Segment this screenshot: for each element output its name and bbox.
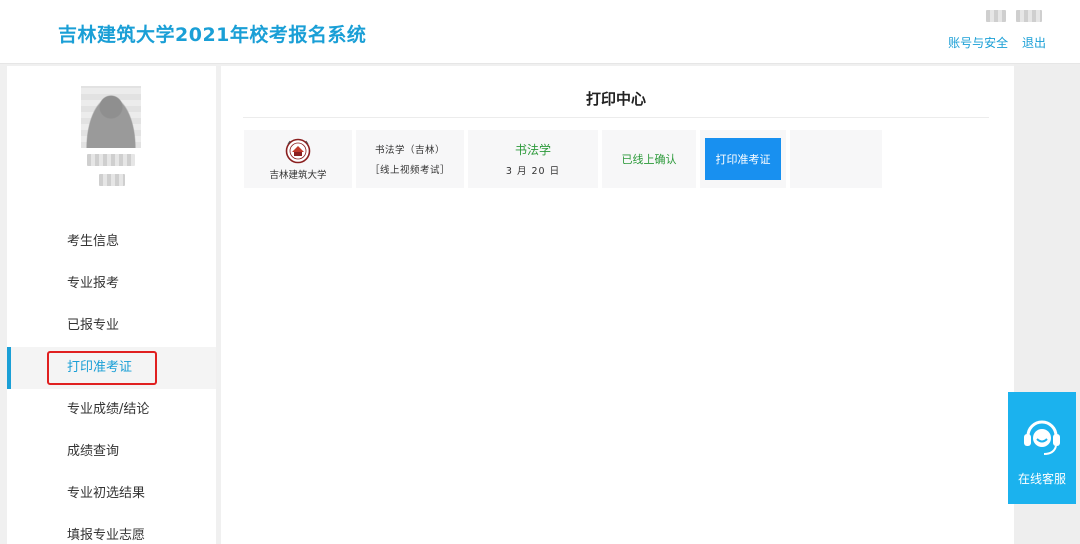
university-emblem-icon xyxy=(285,138,311,163)
sidebar-item-applied-majors[interactable]: 已报专业 xyxy=(7,305,216,347)
online-service-button[interactable]: 在线客服 xyxy=(1008,392,1076,504)
user-box: 账号与安全 退出 xyxy=(938,10,1046,51)
exam-date: 3 月 20 日 xyxy=(505,166,561,177)
header: 吉林建筑大学2021年校考报名系统 账号与安全 退出 xyxy=(0,0,1080,64)
subject-cell: 书法学（吉林） ［线上视频考试］ xyxy=(356,130,464,188)
page-title: 打印中心 xyxy=(243,88,989,118)
sidebar-item-score-query[interactable]: 成绩查询 xyxy=(7,431,216,473)
action-cell: 打印准考证 xyxy=(700,130,786,188)
user-name-redacted xyxy=(938,10,1042,26)
sidebar-item-preliminary-results[interactable]: 专业初选结果 xyxy=(7,473,216,515)
student-id-redacted xyxy=(99,174,125,186)
admission-record-row: 吉林建筑大学 书法学（吉林） ［线上视频考试］ 书法学 3 月 20 日 已线上… xyxy=(244,130,882,188)
user-links: 账号与安全 退出 xyxy=(938,34,1046,51)
subject-name: 书法学（吉林） xyxy=(374,145,445,156)
empty-cell xyxy=(790,130,882,188)
sidebar-item-major-preference[interactable]: 填报专业志愿 xyxy=(7,515,216,544)
site-title: 吉林建筑大学2021年校考报名系统 xyxy=(58,24,367,46)
print-admission-button[interactable]: 打印准考证 xyxy=(705,138,781,180)
user-name-blur xyxy=(986,10,1006,22)
online-service-label: 在线客服 xyxy=(1017,472,1066,486)
school-cell: 吉林建筑大学 xyxy=(244,130,352,188)
user-name-blur xyxy=(1016,10,1042,22)
logout-link[interactable]: 退出 xyxy=(1022,36,1046,50)
status-cell: 已线上确认 xyxy=(602,130,696,188)
headset-icon xyxy=(1024,420,1060,455)
sidebar-item-student-info[interactable]: 考生信息 xyxy=(7,221,216,263)
sidebar-item-print-admission[interactable]: 打印准考证 xyxy=(7,347,216,389)
highlight-box xyxy=(47,351,157,385)
main-panel: 打印中心 吉林建筑大学 书法学（吉林） ［线上视频考试］ 书法学 3 月 20 … xyxy=(221,66,1014,544)
major-name: 书法学 xyxy=(514,143,551,157)
status-badge: 已线上确认 xyxy=(621,153,677,166)
exam-mode: ［线上视频考试］ xyxy=(369,165,450,176)
sidebar-item-apply-major[interactable]: 专业报考 xyxy=(7,263,216,305)
school-name: 吉林建筑大学 xyxy=(269,169,327,181)
sidebar-menu: 考生信息 专业报考 已报专业 打印准考证 专业成绩/结论 成绩查询 专业初选结果… xyxy=(7,221,216,544)
account-security-link[interactable]: 账号与安全 xyxy=(948,36,1008,50)
major-date-cell: 书法学 3 月 20 日 xyxy=(468,130,598,188)
student-name-redacted xyxy=(87,154,135,166)
sidebar-item-scores-conclusion[interactable]: 专业成绩/结论 xyxy=(7,389,216,431)
avatar xyxy=(81,86,141,148)
sidebar: 考生信息 专业报考 已报专业 打印准考证 专业成绩/结论 成绩查询 专业初选结果… xyxy=(7,66,216,544)
